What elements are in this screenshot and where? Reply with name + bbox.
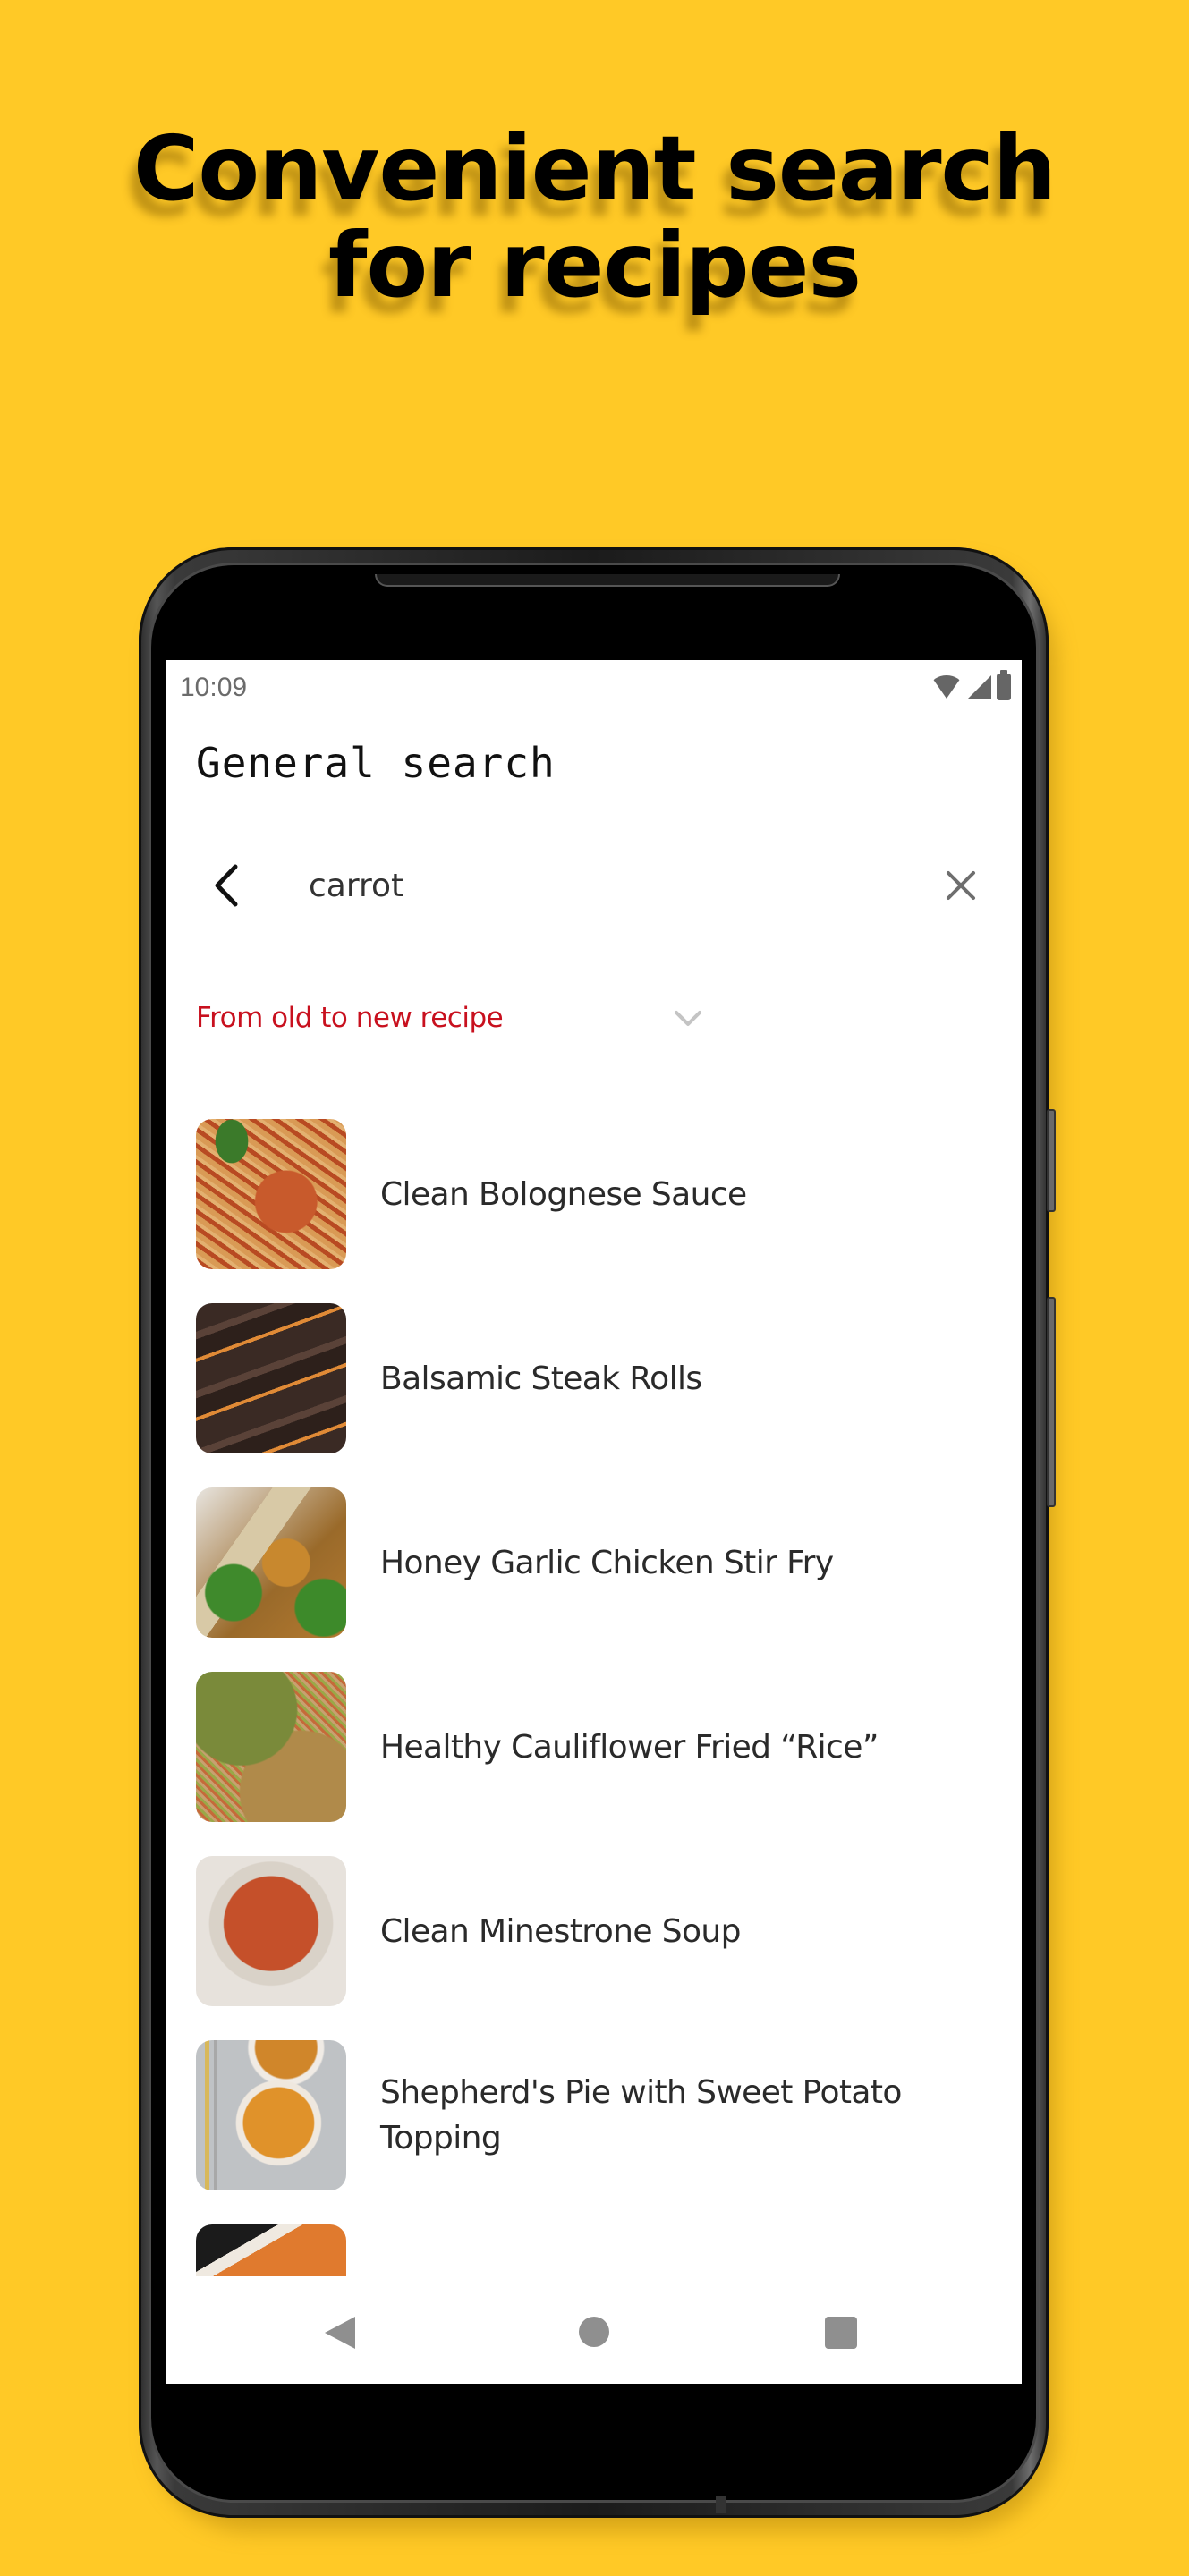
promo-headline: Convenient search for recipes (0, 121, 1189, 314)
search-input[interactable] (309, 860, 845, 911)
sort-selected-label: From old to new recipe (196, 1002, 504, 1034)
back-button[interactable] (201, 860, 251, 911)
status-time: 10:09 (180, 673, 248, 702)
nav-back-icon[interactable] (325, 2317, 355, 2349)
promo-page: Convenient search for recipes 10:09 Gene… (0, 0, 1189, 2576)
search-bar (166, 848, 1022, 923)
minestrone-photo (196, 1856, 346, 2006)
recipe-title: Healthy Cauliflower Fried “Rice” (380, 1728, 879, 1766)
recipe-list-item[interactable]: Honey Garlic Chicken Stir Fry (196, 1487, 983, 1639)
casserole-photo (196, 2224, 346, 2276)
headline-line-2: for recipes (328, 213, 862, 318)
app-screen: 10:09 General search carrot From old to … (166, 660, 1022, 2384)
page-title: General search (196, 739, 556, 787)
shepherds-pie-photo (196, 2040, 346, 2190)
recipe-title: Clean Minestrone Soup (380, 1912, 742, 1950)
recipe-list-item[interactable]: Clean Minestrone Soup (196, 1855, 983, 2007)
recipe-title: Balsamic Steak Rolls (380, 1360, 702, 1397)
nav-recents-icon[interactable] (825, 2317, 857, 2349)
power-button (1047, 1297, 1056, 1507)
clear-search-button[interactable] (936, 860, 986, 911)
cauliflower-rice-photo (196, 1672, 346, 1822)
recipe-list-item[interactable]: Balsamic Steak Rolls (196, 1302, 983, 1454)
recipe-list[interactable]: Clean Bolognese Sauce Balsamic Steak Rol… (166, 1118, 1022, 2276)
chevron-left-icon (215, 864, 238, 907)
nav-home-icon[interactable] (579, 2317, 609, 2347)
system-nav-bar (166, 2297, 1022, 2368)
recipe-list-item[interactable]: Healthy Cauliflower Fried “Rice” (196, 1671, 983, 1823)
headline-line-1: Convenient search (133, 116, 1057, 221)
recipe-list-item[interactable] (196, 2224, 983, 2276)
recipe-title: Honey Garlic Chicken Stir Fry (380, 1544, 834, 1581)
sort-dropdown[interactable]: From old to new recipe (196, 991, 733, 1045)
wifi-icon (930, 675, 963, 699)
chevron-down-icon (675, 1011, 701, 1026)
chicken-stir-fry-photo (196, 1487, 346, 1638)
recipe-list-item[interactable]: Clean Bolognese Sauce (196, 1118, 983, 1270)
recipe-list-item[interactable]: Shepherd's Pie with Sweet Potato Topping (196, 2039, 983, 2191)
bolognese-photo (196, 1119, 346, 1269)
recipe-title: Clean Bolognese Sauce (380, 1175, 747, 1213)
phone-bottom-seam (716, 2496, 726, 2513)
close-icon (947, 871, 975, 900)
battery-icon (997, 670, 1011, 700)
status-bar: 10:09 (166, 660, 1022, 716)
steak-rolls-photo (196, 1303, 346, 1453)
status-icons (930, 670, 1011, 703)
volume-button (1047, 1109, 1056, 1212)
phone-speaker (375, 574, 840, 587)
recipe-title: Shepherd's Pie with Sweet Potato Topping (380, 2074, 902, 2157)
signal-icon (968, 675, 991, 699)
